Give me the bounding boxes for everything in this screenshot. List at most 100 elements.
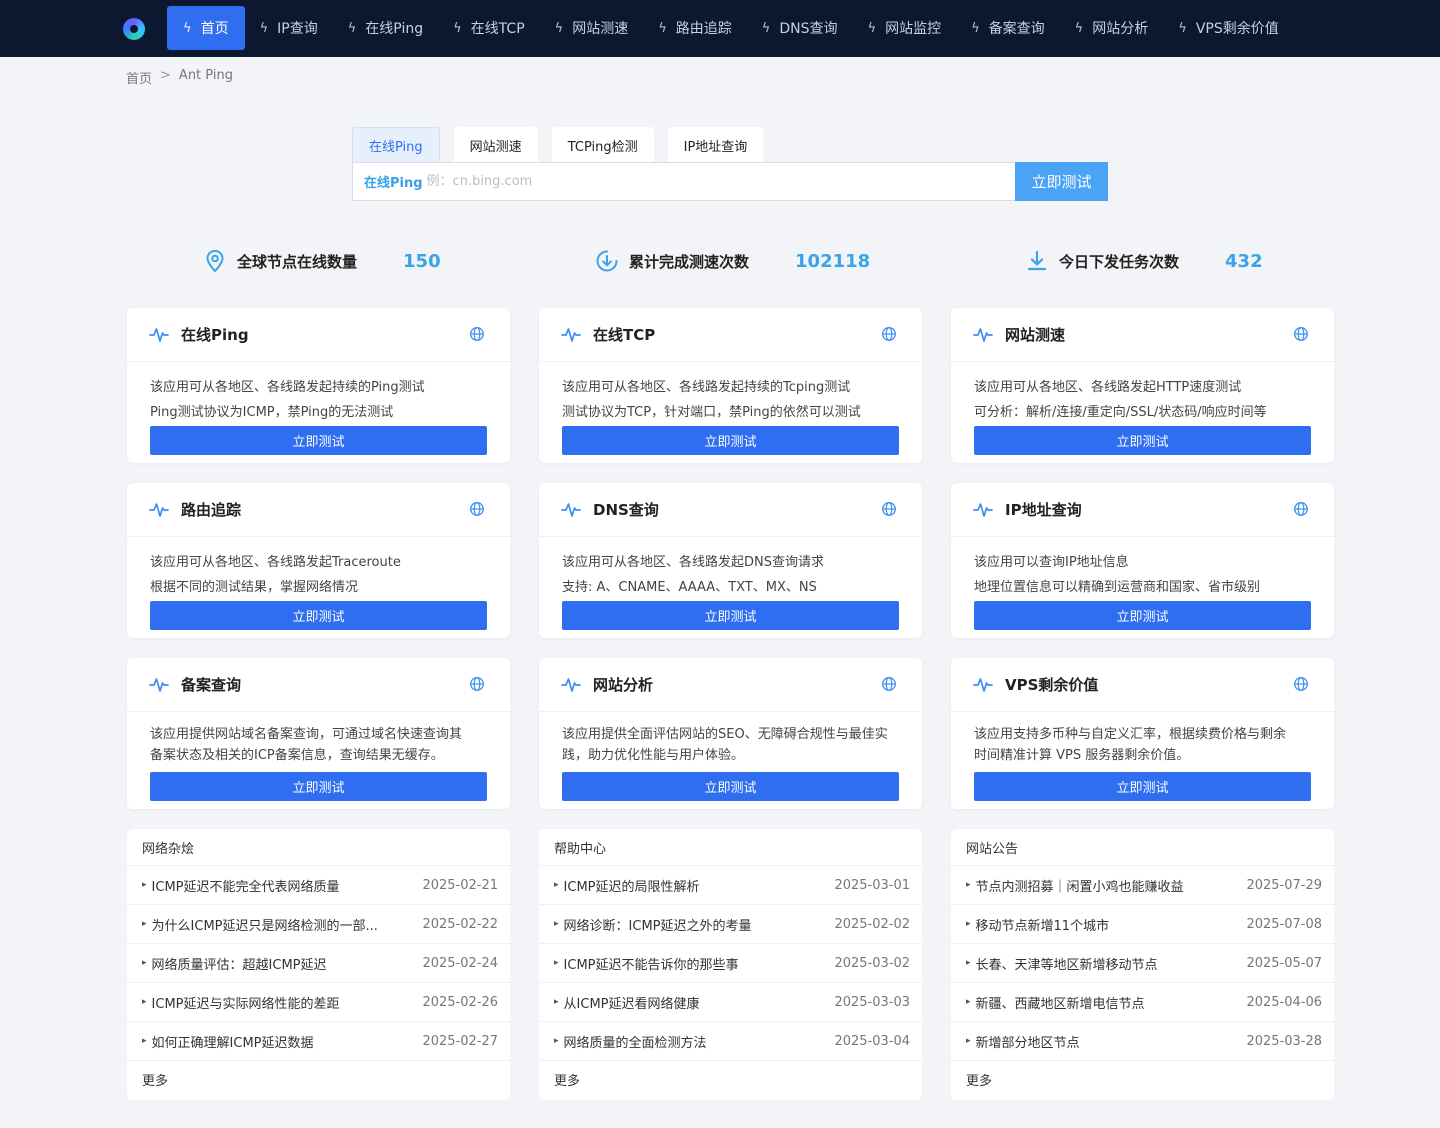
list-item-title[interactable]: 长春、天津等地区新增移动节点: [976, 954, 1247, 973]
logo-icon[interactable]: [123, 18, 145, 40]
globe-icon[interactable]: [469, 676, 485, 692]
stat-label: 今日下发任务次数: [1059, 252, 1180, 271]
list-help-center: 帮助中心 ▸ ICMP延迟的局限性解析 2025-03-01 ▸ 网络诊断：ICMP延迟之…: [539, 829, 922, 1100]
globe-icon[interactable]: [469, 326, 485, 342]
top-navbar: ϟ 首页 ϟ IP查询 ϟ 在线Ping ϟ 在线TCP ϟ 网站测速 ϟ 路由追踪 ϟ DN…: [0, 0, 1440, 57]
tab-speed[interactable]: 网站测速: [453, 127, 538, 163]
list-item[interactable]: ▸ 网络质量评估：超越ICMP延迟 2025-02-24: [127, 944, 510, 983]
caret-right-icon: ▸: [554, 919, 559, 929]
stat-value: 150: [403, 250, 441, 272]
card-title: 网站分析: [593, 676, 654, 694]
nav-vps[interactable]: ϟ VPS剩余价值: [1163, 6, 1293, 50]
list-item-date: 2025-03-01: [834, 877, 910, 893]
card-ip: IP地址查询 该应用可以查询IP地址信息 地理位置信息可以精确到运营商和国家、省市级…: [951, 483, 1334, 638]
card-description: 该应用可从各地区、各线路发起Traceroute 根据不同的测试结果，掌握网络情况: [127, 537, 510, 600]
breadcrumb-home[interactable]: 首页: [126, 68, 152, 87]
card-tcp: 在线TCP 该应用可从各地区、各线路发起持续的Tcping测试 测试协议为TCP，针…: [539, 308, 922, 463]
nav-ping[interactable]: ϟ 在线Ping: [333, 6, 438, 50]
list-item-title[interactable]: ICMP延迟的局限性解析: [564, 876, 835, 895]
globe-icon[interactable]: [1293, 501, 1309, 517]
card-test-button[interactable]: 立即测试: [974, 772, 1311, 801]
globe-icon[interactable]: [1293, 676, 1309, 692]
card-test-button[interactable]: 立即测试: [974, 426, 1311, 455]
globe-icon[interactable]: [469, 501, 485, 517]
list-item-title[interactable]: 网络诊断：ICMP延迟之外的考量: [564, 915, 835, 934]
nav-label: 首页: [200, 21, 229, 37]
caret-right-icon: ▸: [142, 958, 147, 968]
tab-ping[interactable]: 在线Ping: [352, 127, 440, 163]
nav-trace[interactable]: ϟ 路由追踪: [643, 6, 747, 50]
globe-icon[interactable]: [881, 501, 897, 517]
more-link[interactable]: 更多: [951, 1061, 1334, 1098]
nav-monitor[interactable]: ϟ 网站监控: [853, 6, 957, 50]
list-item-date: 2025-03-02: [834, 955, 910, 971]
globe-icon[interactable]: [881, 676, 897, 692]
caret-right-icon: ▸: [966, 880, 971, 890]
card-ping: 在线Ping 该应用可从各地区、各线路发起持续的Ping测试 Ping测试协议为IC…: [127, 308, 510, 463]
nav-icp[interactable]: ϟ 备案查询: [956, 6, 1060, 50]
globe-icon[interactable]: [1293, 326, 1309, 342]
more-link[interactable]: 更多: [539, 1061, 922, 1098]
list-item-title[interactable]: 网络质量评估：超越ICMP延迟: [152, 954, 423, 973]
card-test-button[interactable]: 立即测试: [562, 426, 899, 455]
card-test-button[interactable]: 立即测试: [562, 601, 899, 630]
nav-analysis[interactable]: ϟ 网站分析: [1060, 6, 1164, 50]
list-item[interactable]: ▸ 长春、天津等地区新增移动节点 2025-05-07: [951, 944, 1334, 983]
list-item[interactable]: ▸ 移动节点新增11个城市 2025-07-08: [951, 905, 1334, 944]
test-now-button[interactable]: 立即测试: [1015, 162, 1108, 201]
card-desc-line: 测试协议为TCP，针对端口，禁Ping的依然可以测试: [562, 405, 861, 420]
list-item[interactable]: ▸ ICMP延迟不能完全代表网络质量 2025-02-21: [127, 866, 510, 905]
card-test-button[interactable]: 立即测试: [150, 426, 487, 455]
list-item-title[interactable]: 移动节点新增11个城市: [976, 915, 1247, 934]
pulse-icon: [973, 327, 993, 342]
nav-home[interactable]: ϟ 首页: [167, 6, 245, 50]
list-item-title[interactable]: ICMP延迟不能完全代表网络质量: [152, 876, 423, 895]
card-test-button[interactable]: 立即测试: [562, 772, 899, 801]
card-test-button[interactable]: 立即测试: [974, 601, 1311, 630]
list-item[interactable]: ▸ 网络诊断：ICMP延迟之外的考量 2025-02-02: [539, 905, 922, 944]
list-item[interactable]: ▸ ICMP延迟的局限性解析 2025-03-01: [539, 866, 922, 905]
list-item-title[interactable]: 新增部分地区节点: [976, 1032, 1247, 1051]
bolt-icon: ϟ: [183, 20, 192, 36]
more-link[interactable]: 更多: [127, 1061, 510, 1098]
list-item-title[interactable]: 节点内测招募｜闲置小鸡也能赚收益: [976, 876, 1247, 895]
list-item[interactable]: ▸ 如何正确理解ICMP延迟数据 2025-02-27: [127, 1022, 510, 1061]
nav-ip[interactable]: ϟ IP查询: [245, 6, 333, 50]
nav-tcp[interactable]: ϟ 在线TCP: [438, 6, 540, 50]
nav-menu: ϟ 首页 ϟ IP查询 ϟ 在线Ping ϟ 在线TCP ϟ 网站测速 ϟ 路由追踪 ϟ DN…: [167, 6, 1294, 50]
tab-ip[interactable]: IP地址查询: [667, 127, 764, 163]
nav-dns[interactable]: ϟ DNS查询: [747, 6, 853, 50]
list-item-title[interactable]: 新疆、西藏地区新增电信节点: [976, 993, 1247, 1012]
list-item-date: 2025-03-28: [1246, 1033, 1322, 1049]
nav-speed[interactable]: ϟ 网站测速: [540, 6, 644, 50]
card-desc-line: Ping测试协议为ICMP，禁Ping的无法测试: [150, 405, 394, 420]
list-item[interactable]: ▸ 新增部分地区节点 2025-03-28: [951, 1022, 1334, 1061]
tab-tcping[interactable]: TCPing检测: [551, 127, 654, 163]
list-item[interactable]: ▸ 从ICMP延迟看网络健康 2025-03-03: [539, 983, 922, 1022]
nav-label: 路由追踪: [675, 21, 732, 37]
bolt-icon: ϟ: [761, 20, 771, 36]
list-item-title[interactable]: ICMP延迟不能告诉你的那些事: [564, 954, 835, 973]
list-item-title[interactable]: 为什么ICMP延迟只是网络检测的一部...: [152, 915, 423, 934]
card-header: 在线Ping: [127, 308, 510, 362]
card-header: 在线TCP: [539, 308, 922, 362]
list-item[interactable]: ▸ ICMP延迟与实际网络性能的差距 2025-02-26: [127, 983, 510, 1022]
card-test-button[interactable]: 立即测试: [150, 772, 487, 801]
list-item[interactable]: ▸ 节点内测招募｜闲置小鸡也能赚收益 2025-07-29: [951, 866, 1334, 905]
list-item[interactable]: ▸ 网络质量的全面检测方法 2025-03-04: [539, 1022, 922, 1061]
list-item[interactable]: ▸ 新疆、西藏地区新增电信节点 2025-04-06: [951, 983, 1334, 1022]
list-item-title[interactable]: 如何正确理解ICMP延迟数据: [152, 1032, 423, 1051]
stat-value: 432: [1225, 250, 1263, 272]
list-item-date: 2025-04-06: [1246, 994, 1322, 1010]
card-desc-line: 该应用提供网站域名备案查询，可通过域名快速查询其: [150, 727, 463, 742]
caret-right-icon: ▸: [966, 1036, 971, 1046]
list-item-title[interactable]: 从ICMP延迟看网络健康: [564, 993, 835, 1012]
card-desc-line: 该应用提供全面评估网站的SEO、无障碍合规性与最佳实: [562, 727, 888, 742]
globe-icon[interactable]: [881, 326, 897, 342]
list-item[interactable]: ▸ ICMP延迟不能告诉你的那些事 2025-03-02: [539, 944, 922, 983]
list-item-title[interactable]: 网络质量的全面检测方法: [564, 1032, 835, 1051]
card-test-button[interactable]: 立即测试: [150, 601, 487, 630]
list-item-title[interactable]: ICMP延迟与实际网络性能的差距: [152, 993, 423, 1012]
search-input[interactable]: [426, 174, 1015, 189]
list-item[interactable]: ▸ 为什么ICMP延迟只是网络检测的一部... 2025-02-22: [127, 905, 510, 944]
